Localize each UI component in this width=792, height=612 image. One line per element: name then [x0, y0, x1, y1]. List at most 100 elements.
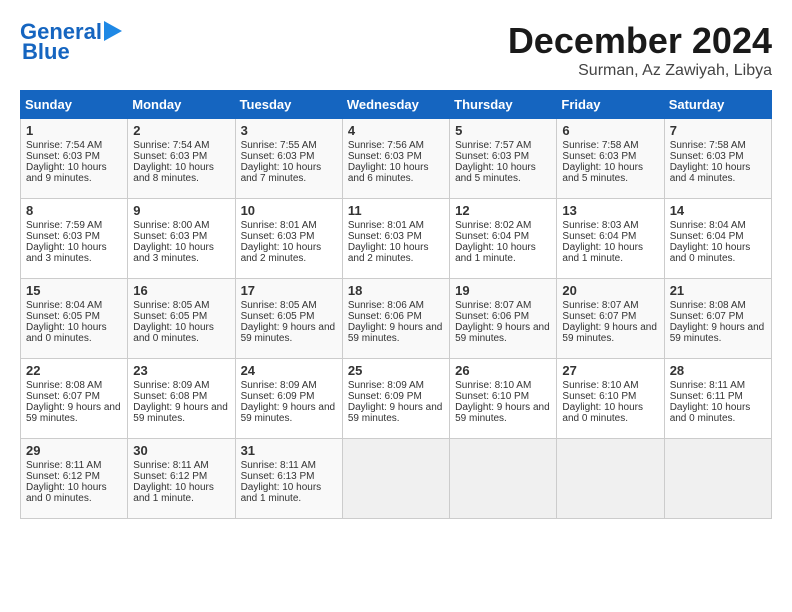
day-info: Sunset: 6:09 PM [241, 391, 337, 402]
day-info: Daylight: 10 hours and 2 minutes. [241, 242, 337, 264]
day-info: Sunrise: 8:00 AM [133, 220, 229, 231]
day-info: Daylight: 10 hours and 0 minutes. [562, 402, 658, 424]
day-info: Sunset: 6:05 PM [133, 311, 229, 322]
header-cell-thursday: Thursday [450, 91, 557, 119]
day-number: 14 [670, 203, 766, 218]
day-info: Sunset: 6:03 PM [241, 151, 337, 162]
calendar-body: 1Sunrise: 7:54 AMSunset: 6:03 PMDaylight… [21, 119, 772, 519]
day-info: Daylight: 10 hours and 4 minutes. [670, 162, 766, 184]
day-info: Sunrise: 8:04 AM [26, 300, 122, 311]
day-info: Sunset: 6:03 PM [348, 151, 444, 162]
calendar-cell: 29Sunrise: 8:11 AMSunset: 6:12 PMDayligh… [21, 439, 128, 519]
day-info: Daylight: 9 hours and 59 minutes. [455, 322, 551, 344]
logo-blue-text: Blue [22, 40, 70, 64]
day-number: 17 [241, 283, 337, 298]
week-row-5: 29Sunrise: 8:11 AMSunset: 6:12 PMDayligh… [21, 439, 772, 519]
day-info: Daylight: 10 hours and 0 minutes. [26, 322, 122, 344]
day-info: Sunset: 6:04 PM [455, 231, 551, 242]
calendar-cell: 30Sunrise: 8:11 AMSunset: 6:12 PMDayligh… [128, 439, 235, 519]
day-info: Daylight: 10 hours and 1 minute. [241, 482, 337, 504]
day-info: Sunrise: 8:05 AM [133, 300, 229, 311]
day-number: 8 [26, 203, 122, 218]
day-info: Sunrise: 8:06 AM [348, 300, 444, 311]
header-cell-tuesday: Tuesday [235, 91, 342, 119]
day-info: Sunset: 6:13 PM [241, 471, 337, 482]
day-info: Daylight: 9 hours and 59 minutes. [26, 402, 122, 424]
day-info: Sunrise: 7:56 AM [348, 140, 444, 151]
calendar-cell: 18Sunrise: 8:06 AMSunset: 6:06 PMDayligh… [342, 279, 449, 359]
calendar-cell: 31Sunrise: 8:11 AMSunset: 6:13 PMDayligh… [235, 439, 342, 519]
day-info: Daylight: 10 hours and 0 minutes. [133, 322, 229, 344]
calendar-cell: 9Sunrise: 8:00 AMSunset: 6:03 PMDaylight… [128, 199, 235, 279]
day-info: Sunset: 6:03 PM [455, 151, 551, 162]
day-info: Daylight: 10 hours and 7 minutes. [241, 162, 337, 184]
day-info: Sunset: 6:10 PM [562, 391, 658, 402]
day-info: Sunset: 6:06 PM [348, 311, 444, 322]
day-number: 26 [455, 363, 551, 378]
day-info: Sunset: 6:03 PM [26, 231, 122, 242]
calendar-cell: 14Sunrise: 8:04 AMSunset: 6:04 PMDayligh… [664, 199, 771, 279]
calendar-cell: 3Sunrise: 7:55 AMSunset: 6:03 PMDaylight… [235, 119, 342, 199]
day-number: 2 [133, 123, 229, 138]
day-info: Sunrise: 8:09 AM [133, 380, 229, 391]
day-info: Daylight: 9 hours and 59 minutes. [562, 322, 658, 344]
day-info: Sunset: 6:03 PM [348, 231, 444, 242]
week-row-1: 1Sunrise: 7:54 AMSunset: 6:03 PMDaylight… [21, 119, 772, 199]
day-info: Daylight: 9 hours and 59 minutes. [455, 402, 551, 424]
day-info: Daylight: 9 hours and 59 minutes. [241, 402, 337, 424]
day-info: Sunrise: 8:08 AM [26, 380, 122, 391]
day-number: 3 [241, 123, 337, 138]
day-info: Sunrise: 7:54 AM [26, 140, 122, 151]
day-info: Sunrise: 7:57 AM [455, 140, 551, 151]
day-info: Daylight: 10 hours and 1 minute. [133, 482, 229, 504]
day-info: Daylight: 9 hours and 59 minutes. [133, 402, 229, 424]
logo: General Blue [20, 20, 126, 64]
day-info: Sunset: 6:07 PM [26, 391, 122, 402]
day-number: 22 [26, 363, 122, 378]
day-info: Sunset: 6:07 PM [670, 311, 766, 322]
day-info: Sunset: 6:07 PM [562, 311, 658, 322]
calendar-cell: 7Sunrise: 7:58 AMSunset: 6:03 PMDaylight… [664, 119, 771, 199]
day-info: Sunset: 6:05 PM [26, 311, 122, 322]
day-info: Daylight: 10 hours and 2 minutes. [348, 242, 444, 264]
day-info: Daylight: 9 hours and 59 minutes. [348, 402, 444, 424]
day-info: Daylight: 10 hours and 0 minutes. [26, 482, 122, 504]
day-number: 23 [133, 363, 229, 378]
day-info: Sunrise: 8:11 AM [133, 460, 229, 471]
day-number: 1 [26, 123, 122, 138]
calendar-cell: 8 Sunrise: 7:59 AMSunset: 6:03 PMDaylight… [21, 199, 128, 279]
day-info: Sunrise: 8:04 AM [670, 220, 766, 231]
day-info: Sunrise: 8:07 AM [562, 300, 658, 311]
calendar-cell: 10Sunrise: 8:01 AMSunset: 6:03 PMDayligh… [235, 199, 342, 279]
day-info: Sunrise: 8:03 AM [562, 220, 658, 231]
day-info: Sunrise: 7:59 AM [26, 220, 122, 231]
day-info: Sunset: 6:11 PM [670, 391, 766, 402]
calendar-cell [664, 439, 771, 519]
calendar-cell: 22 Sunrise: 8:08 AMSunset: 6:07 PMDayligh… [21, 359, 128, 439]
day-info: Daylight: 10 hours and 9 minutes. [26, 162, 122, 184]
day-info: Daylight: 10 hours and 0 minutes. [670, 402, 766, 424]
calendar-cell: 5Sunrise: 7:57 AMSunset: 6:03 PMDaylight… [450, 119, 557, 199]
day-info: Daylight: 10 hours and 3 minutes. [26, 242, 122, 264]
header: General Blue December 2024 Surman, Az Za… [20, 20, 772, 80]
day-info: Sunrise: 7:54 AM [133, 140, 229, 151]
calendar-cell: 11Sunrise: 8:01 AMSunset: 6:03 PMDayligh… [342, 199, 449, 279]
day-info: Sunrise: 8:10 AM [562, 380, 658, 391]
day-info: Sunset: 6:03 PM [133, 151, 229, 162]
day-info: Sunset: 6:04 PM [562, 231, 658, 242]
calendar-cell: 16Sunrise: 8:05 AMSunset: 6:05 PMDayligh… [128, 279, 235, 359]
day-number: 9 [133, 203, 229, 218]
week-row-2: 8Sunrise: 7:59 AMSunset: 6:03 PMDaylight… [21, 199, 772, 279]
day-info: Sunrise: 8:01 AM [241, 220, 337, 231]
calendar-cell: 2Sunrise: 7:54 AMSunset: 6:03 PMDaylight… [128, 119, 235, 199]
calendar-header: SundayMondayTuesdayWednesdayThursdayFrid… [21, 91, 772, 119]
logo-arrow-icon [104, 21, 126, 41]
day-info: Sunset: 6:03 PM [562, 151, 658, 162]
header-cell-wednesday: Wednesday [342, 91, 449, 119]
day-info: Daylight: 10 hours and 6 minutes. [348, 162, 444, 184]
day-info: Sunrise: 8:02 AM [455, 220, 551, 231]
day-info: Daylight: 10 hours and 3 minutes. [133, 242, 229, 264]
day-number: 5 [455, 123, 551, 138]
day-info: Sunset: 6:03 PM [670, 151, 766, 162]
day-number: 7 [670, 123, 766, 138]
